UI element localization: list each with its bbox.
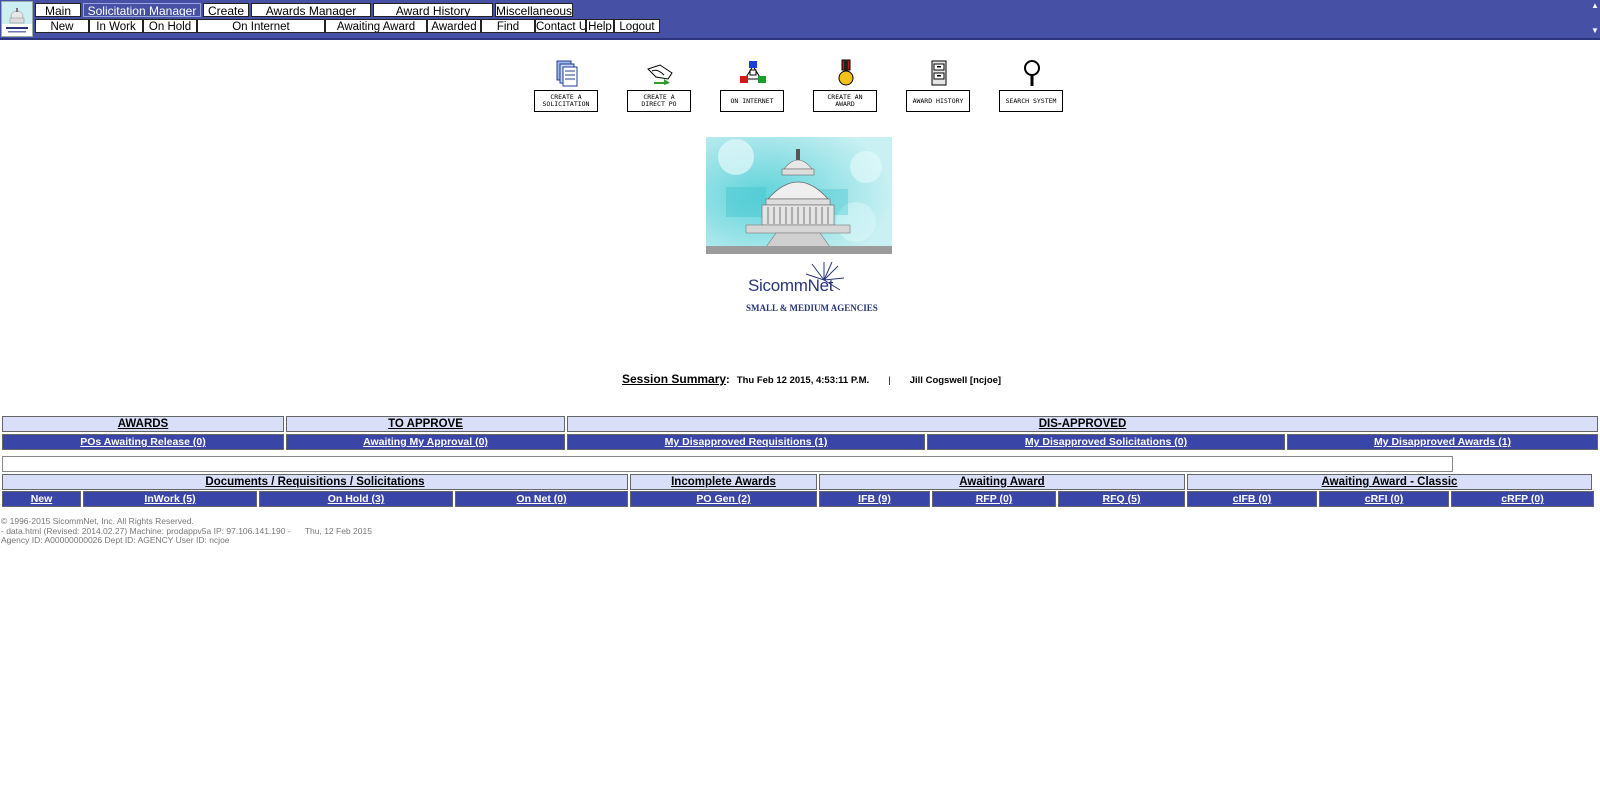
tab-create[interactable]: Create xyxy=(203,3,249,17)
scroll-down-icon[interactable]: ▼ xyxy=(1591,26,1599,35)
subtab-awarded[interactable]: Awarded xyxy=(427,19,481,33)
rfq-link[interactable]: RFQ (5) xyxy=(1058,491,1185,507)
documents-links-row: New InWork (5) On Hold (3) On Net (0) PO… xyxy=(2,491,1594,507)
network-icon xyxy=(740,61,766,83)
awaiting-award-header[interactable]: Awaiting Award xyxy=(819,474,1185,490)
footer-date: Thu, 12 Feb 2015 xyxy=(304,525,372,536)
create-solicitation-label: CREATE A SOLICITATION xyxy=(534,90,598,112)
ifb-link[interactable]: IFB (9) xyxy=(819,491,930,507)
crfp-link[interactable]: cRFP (0) xyxy=(1451,491,1594,507)
signing-hand-icon xyxy=(647,64,673,85)
subtab-on-internet[interactable]: On Internet xyxy=(197,19,325,33)
subtab-new[interactable]: New xyxy=(35,19,89,33)
po-gen-link[interactable]: PO Gen (2) xyxy=(630,491,817,507)
session-datetime: Thu Feb 12 2015, 4:53:11 P.M. xyxy=(736,375,870,386)
create-award-button[interactable]: CREATE AN AWARD xyxy=(813,59,879,115)
inwork-link[interactable]: InWork (5) xyxy=(83,491,257,507)
pos-awaiting-release-link[interactable]: POs Awaiting Release (0) xyxy=(2,434,284,450)
approval-links-row: POs Awaiting Release (0) Awaiting My App… xyxy=(2,434,1598,450)
awaiting-my-approval-link[interactable]: Awaiting My Approval (0) xyxy=(286,434,565,450)
tab-main[interactable]: Main xyxy=(35,3,81,17)
subtab-in-work[interactable]: In Work xyxy=(89,19,143,33)
footer-ids: Agency ID: A00000000026 Dept ID: AGENCY … xyxy=(1,535,230,545)
on-hold-link[interactable]: On Hold (3) xyxy=(259,491,453,507)
approval-header-row: AWARDS TO APPROVE DIS-APPROVED xyxy=(2,416,1598,432)
sicommnet-logo: SicommNet SMALL & MEDIUM AGENCIES xyxy=(738,260,878,320)
top-nav-bar: Main Solicitation Manager Create Awards … xyxy=(0,0,1600,40)
documents-header-row: Documents / Requisitions / Solicitations… xyxy=(2,474,1592,490)
award-history-label: AWARD HISTORY xyxy=(906,90,970,112)
magnifier-icon xyxy=(1024,60,1040,86)
awaiting-award-classic-header[interactable]: Awaiting Award - Classic xyxy=(1187,474,1592,490)
tab-award-history[interactable]: Award History xyxy=(373,3,493,17)
tab-miscellaneous[interactable]: Miscellaneous xyxy=(495,3,573,17)
on-internet-label: ON INTERNET xyxy=(720,90,784,112)
rfp-link[interactable]: RFP (0) xyxy=(932,491,1056,507)
award-history-button[interactable]: AWARD HISTORY xyxy=(906,59,972,115)
to-approve-header[interactable]: TO APPROVE xyxy=(286,416,565,432)
disapproved-awards-link[interactable]: My Disapproved Awards (1) xyxy=(1287,434,1598,450)
disapproved-requisitions-link[interactable]: My Disapproved Requisitions (1) xyxy=(567,434,925,450)
subtab-awaiting-award[interactable]: Awaiting Award xyxy=(325,19,427,33)
subtab-on-hold[interactable]: On Hold xyxy=(143,19,197,33)
session-summary: Session Summary: Thu Feb 12 2015, 4:53:1… xyxy=(622,372,1002,386)
tab-awards-manager[interactable]: Awards Manager xyxy=(251,3,371,17)
footer: © 1996-2015 SicommNet, Inc. All Rights R… xyxy=(1,516,372,546)
session-separator: | xyxy=(888,375,891,386)
create-direct-po-label: CREATE A DIRECT PO xyxy=(627,90,691,112)
new-link[interactable]: New xyxy=(2,491,81,507)
incomplete-awards-header[interactable]: Incomplete Awards xyxy=(630,474,817,490)
session-user: Jill Cogswell [ncjoe] xyxy=(909,375,1002,386)
subtab-find[interactable]: Find xyxy=(481,19,535,33)
crfi-link[interactable]: cRFI (0) xyxy=(1319,491,1449,507)
subtab-contact-us[interactable]: Contact Us xyxy=(535,19,586,33)
footer-machine: - data.html (Revised: 2014.02.27) Machin… xyxy=(1,525,291,536)
tab-solicitation-manager[interactable]: Solicitation Manager xyxy=(83,3,201,17)
document-stack-icon xyxy=(556,60,578,87)
capitol-image xyxy=(706,137,892,254)
create-award-label: CREATE AN AWARD xyxy=(813,90,877,112)
app-logo[interactable] xyxy=(1,1,33,37)
session-summary-label[interactable]: Session Summary xyxy=(622,372,726,386)
search-system-label: SEARCH SYSTEM xyxy=(999,90,1063,112)
scrollbar[interactable]: ▲ ▼ xyxy=(1590,0,1600,38)
brand-name: SicommNet xyxy=(748,276,834,295)
create-solicitation-button[interactable]: CREATE A SOLICITATION xyxy=(534,59,600,115)
disapproved-solicitations-link[interactable]: My Disapproved Solicitations (0) xyxy=(927,434,1285,450)
file-cabinet-icon xyxy=(931,60,947,86)
spacer-box xyxy=(2,456,1453,472)
awards-header[interactable]: AWARDS xyxy=(2,416,284,432)
medal-icon xyxy=(838,59,854,86)
disapproved-header[interactable]: DIS-APPROVED xyxy=(567,416,1598,432)
create-direct-po-button[interactable]: CREATE A DIRECT PO xyxy=(627,59,693,115)
search-system-button[interactable]: SEARCH SYSTEM xyxy=(999,59,1065,115)
subtab-help[interactable]: Help xyxy=(586,19,614,33)
brand-tagline: SMALL & MEDIUM AGENCIES xyxy=(746,303,878,313)
subtab-logout[interactable]: Logout xyxy=(614,19,660,33)
scroll-up-icon[interactable]: ▲ xyxy=(1591,1,1599,10)
documents-header[interactable]: Documents / Requisitions / Solicitations xyxy=(2,474,628,490)
on-internet-button[interactable]: ON INTERNET xyxy=(720,59,786,115)
primary-tabs: Main Solicitation Manager Create Awards … xyxy=(35,3,575,17)
on-net-link[interactable]: On Net (0) xyxy=(455,491,628,507)
cifb-link[interactable]: cIFB (0) xyxy=(1187,491,1317,507)
secondary-tabs: New In Work On Hold On Internet Awaiting… xyxy=(35,19,660,33)
